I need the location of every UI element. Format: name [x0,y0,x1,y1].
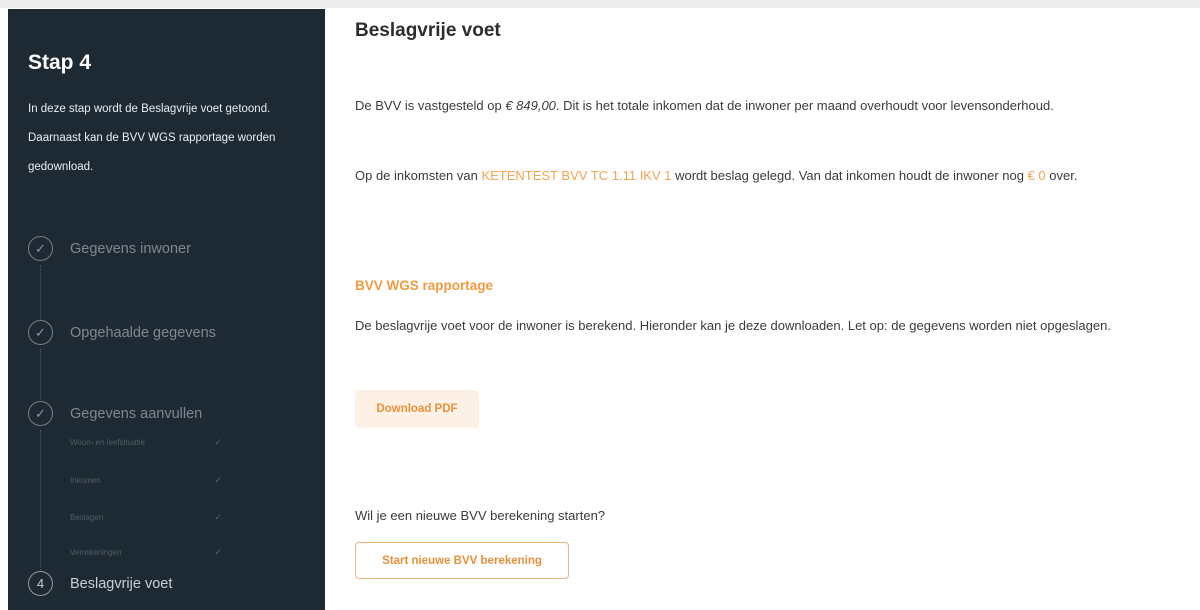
step-sidebar: Stap 4 In deze stap wordt de Beslagvrije… [8,9,325,610]
check-circle-icon: ✓ [28,320,53,345]
page-title: Beslagvrije voet [355,20,501,41]
step-beslagvrije-voet[interactable]: 4 Beslagvrije voet [28,571,172,596]
substep-beslagen[interactable]: Beslagen ✓ [70,512,222,523]
income-text: Op de inkomsten van [355,168,482,183]
bvv-text: . Dit is het totale inkomen dat de inwon… [555,98,1054,113]
step-gegevens-aanvullen[interactable]: ✓ Gegevens aanvullen [28,401,202,426]
substep-label: Beslagen [70,513,104,522]
step-connector [40,430,41,572]
remaining-amount: € 0 [1027,168,1046,183]
download-pdf-button[interactable]: Download PDF [355,390,479,428]
report-heading: BVV WGS rapportage [355,278,494,293]
step-label: Beslagvrije voet [70,575,173,592]
check-icon: ✓ [214,475,222,485]
step-label: Opgehaalde gegevens [70,324,216,341]
step-opgehaalde-gegevens[interactable]: ✓ Opgehaalde gegevens [28,320,216,345]
restart-question: Wil je een nieuwe BVV berekening starten… [355,508,606,523]
app-frame: Stap 4 In deze stap wordt de Beslagvrije… [0,0,1200,610]
step-gegevens-inwoner[interactable]: ✓ Gegevens inwoner [28,236,191,261]
step-connector [40,265,41,321]
substep-verrekeningen[interactable]: Verrekeningen ✓ [70,547,222,558]
check-icon: ✓ [214,512,222,522]
check-circle-icon: ✓ [28,236,53,261]
substep-inkomen[interactable]: Inkomen ✓ [70,475,222,486]
step-connector [40,349,41,402]
bvv-amount: € 849,00 [505,98,556,113]
step-title: Stap 4 [28,51,92,74]
step-number-icon: 4 [28,571,53,596]
step-label: Gegevens inwoner [70,240,191,257]
top-divider [0,0,1200,8]
check-circle-icon: ✓ [28,401,53,426]
step-description: In deze stap wordt de Beslagvrije voet g… [28,103,276,173]
substep-label: Woon- en leefsituatie [70,438,146,447]
substep-label: Verrekeningen [70,548,122,557]
check-icon: ✓ [214,547,222,557]
bvv-text: De BVV is vastgesteld op [355,98,506,113]
start-new-calculation-button[interactable]: Start nieuwe BVV berekening [355,542,569,579]
substep-woon-leefsituatie[interactable]: Woon- en leefsituatie ✓ [70,437,222,448]
bvv-summary: De BVV is vastgesteld op € 849,00. Dit i… [355,88,1115,123]
income-text: over. [1045,168,1078,183]
income-text: wordt beslag gelegd. Van dat inkomen hou… [671,168,1028,183]
income-summary: Op de inkomsten van KETENTEST BVV TC 1.1… [355,158,1115,193]
report-text: De beslagvrije voet voor de inwoner is b… [355,318,1111,333]
check-icon: ✓ [214,437,222,447]
substep-label: Inkomen [70,476,101,485]
step-label: Gegevens aanvullen [70,405,203,422]
income-source: KETENTEST BVV TC 1.11 IKV 1 [481,168,672,183]
